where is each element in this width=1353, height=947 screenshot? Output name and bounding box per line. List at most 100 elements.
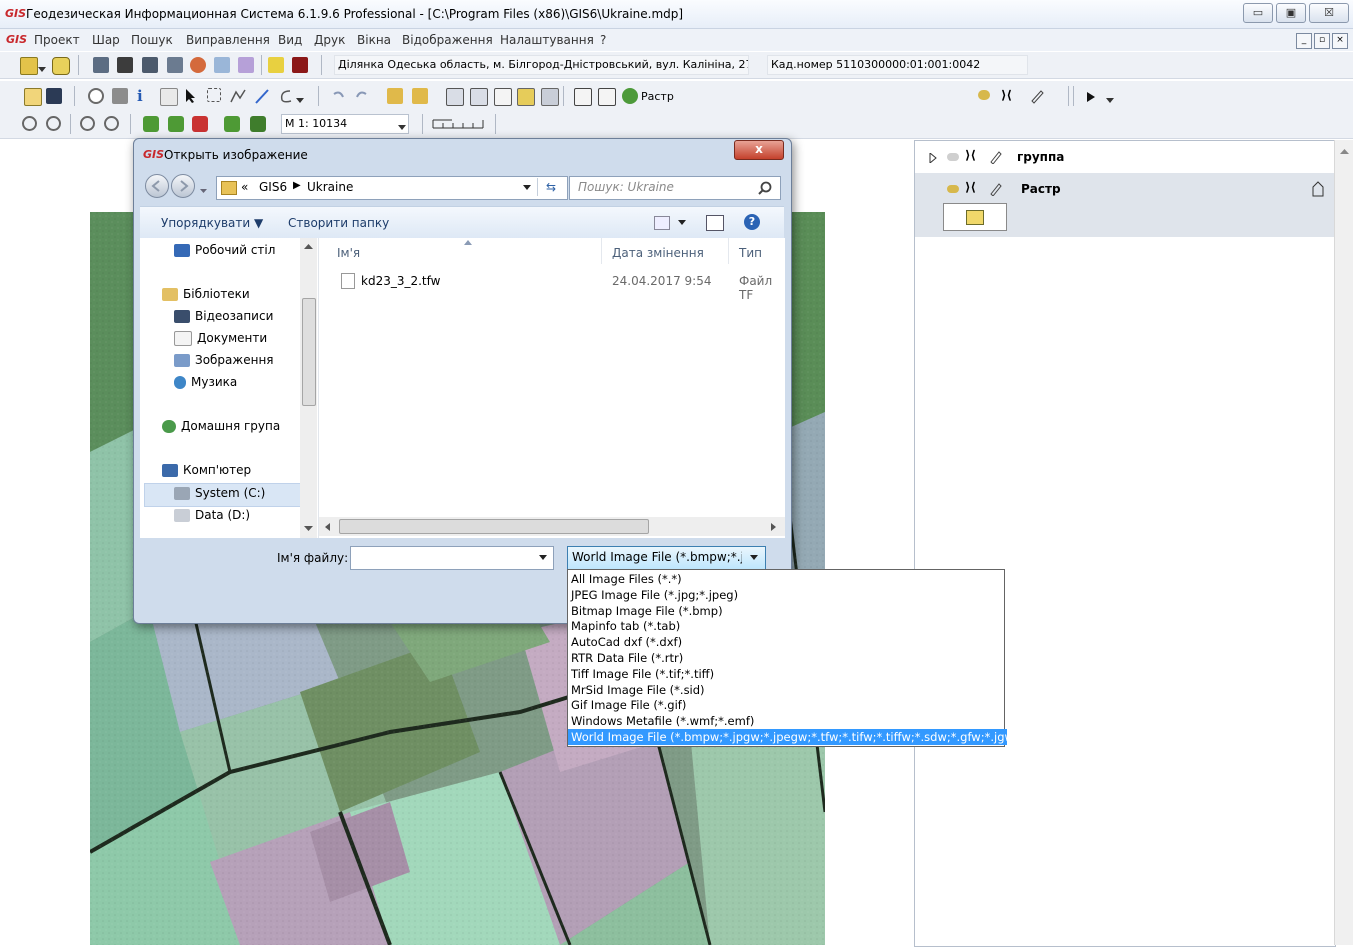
- table-icon[interactable]: [93, 57, 109, 73]
- filename-input[interactable]: [350, 546, 554, 570]
- sql-icon[interactable]: [20, 57, 38, 75]
- maximize-button[interactable]: ▣: [1276, 3, 1306, 23]
- pencil-icon[interactable]: [989, 150, 1003, 164]
- back-button[interactable]: [145, 174, 169, 198]
- mdi-restore-button[interactable]: ▫: [1314, 33, 1330, 49]
- layer-green-icon[interactable]: [143, 116, 159, 132]
- menu-settings[interactable]: Налаштування: [500, 33, 594, 47]
- nav-documents[interactable]: Документи: [174, 331, 267, 346]
- document-icon[interactable]: [494, 88, 512, 106]
- cursor-icon[interactable]: [183, 88, 199, 104]
- zoom-pan-icon[interactable]: [46, 116, 61, 131]
- menu-display[interactable]: Відображення: [402, 33, 493, 47]
- grid-view-icon[interactable]: [574, 88, 592, 106]
- filetype-option[interactable]: RTR Data File (*.rtr): [568, 650, 1007, 666]
- eye-icon[interactable]: [947, 153, 959, 161]
- view-options-icon[interactable]: [654, 216, 670, 230]
- search-input[interactable]: Пошук: Ukraine: [569, 176, 781, 200]
- layer-group-row[interactable]: ⟩⟨ группа: [915, 141, 1335, 171]
- lock-icon[interactable]: [1311, 181, 1325, 197]
- filetype-option[interactable]: Bitmap Image File (*.bmp): [568, 603, 1007, 619]
- nav-pictures[interactable]: Зображення: [174, 353, 274, 367]
- eye-icon[interactable]: [947, 185, 959, 193]
- pencil-icon[interactable]: [1029, 88, 1045, 104]
- chevron-down-icon[interactable]: [1106, 93, 1114, 103]
- address-bar[interactable]: « GIS6 ▶ Ukraine ⇆: [216, 176, 568, 200]
- nav-videos[interactable]: Відеозаписи: [174, 309, 273, 323]
- building-icon[interactable]: [292, 57, 308, 73]
- nav-desktop[interactable]: Робочий стіл: [174, 243, 275, 257]
- preview-pane-icon[interactable]: [706, 215, 724, 231]
- filetype-option[interactable]: AutoCad dxf (*.dxf): [568, 634, 1007, 650]
- filetype-select[interactable]: World Image File (*.bmpw;*.jpg: [567, 546, 766, 570]
- database-check-icon[interactable]: [470, 88, 488, 106]
- eye-icon[interactable]: [978, 90, 990, 100]
- zoom-icon[interactable]: [88, 88, 104, 104]
- layer-edit-icon[interactable]: [224, 116, 240, 132]
- raster-layer-row[interactable]: ⟩⟨ Растр: [915, 173, 1335, 237]
- menu-search[interactable]: Пошук: [131, 33, 173, 47]
- home-icon[interactable]: [117, 57, 133, 73]
- nav-data-drive[interactable]: Data (D:): [174, 508, 250, 522]
- minimize-button[interactable]: ▭: [1243, 3, 1273, 23]
- nav-music[interactable]: Музика: [174, 375, 237, 389]
- snap-icon[interactable]: ⟩⟨: [965, 148, 976, 162]
- filetype-option[interactable]: JPEG Image File (*.jpg;*.jpeg): [568, 587, 1007, 603]
- redo-icon[interactable]: [354, 88, 370, 104]
- chevron-down-icon[interactable]: [750, 555, 758, 561]
- chevron-down-icon[interactable]: [296, 93, 304, 103]
- dialog-close-button[interactable]: x: [734, 140, 784, 160]
- select-rect-icon[interactable]: [207, 88, 221, 102]
- chevron-down-icon[interactable]: [523, 185, 531, 191]
- paint-icon[interactable]: [190, 57, 206, 73]
- expand-triangle-icon[interactable]: [929, 153, 937, 163]
- image-icon[interactable]: [517, 88, 535, 106]
- panel-scrollbar[interactable]: [1334, 140, 1353, 945]
- layer-hide-icon[interactable]: [250, 116, 266, 132]
- play-icon[interactable]: [1086, 91, 1102, 107]
- database-icon[interactable]: [52, 57, 70, 75]
- help-icon[interactable]: [268, 57, 284, 73]
- file-row[interactable]: kd23_3_2.tfw 24.04.2017 9:54 Файл TF: [319, 270, 785, 302]
- filetype-option[interactable]: Windows Metafile (*.wmf;*.emf): [568, 713, 1007, 729]
- chevron-down-icon[interactable]: [539, 555, 547, 561]
- column-type-header[interactable]: Тип: [739, 246, 762, 260]
- print-preview-icon[interactable]: [112, 88, 128, 104]
- filetype-option[interactable]: Mapinfo tab (*.tab): [568, 618, 1007, 634]
- layer-red-icon[interactable]: [192, 116, 208, 132]
- nav-libraries[interactable]: Бібліотеки: [162, 287, 250, 301]
- filetype-option[interactable]: Tiff Image File (*.tif;*.tiff): [568, 666, 1007, 682]
- menu-layer[interactable]: Шар: [92, 33, 120, 47]
- nav-scrollbar[interactable]: [300, 238, 317, 538]
- nav-computer[interactable]: Комп'ютер: [162, 463, 251, 477]
- forward-button[interactable]: [171, 174, 195, 198]
- check-form-icon[interactable]: [446, 88, 464, 106]
- history-dropdown[interactable]: [200, 183, 207, 193]
- menu-help[interactable]: ?: [600, 33, 606, 47]
- snap-icon[interactable]: ⟩⟨: [1001, 88, 1017, 104]
- zoom-out-icon[interactable]: [104, 116, 119, 131]
- chevron-down-icon[interactable]: [398, 120, 406, 130]
- undo-icon[interactable]: [330, 88, 346, 104]
- mdi-close-button[interactable]: ×: [1332, 33, 1348, 49]
- chevron-down-icon[interactable]: [678, 220, 686, 226]
- layer-green-2-icon[interactable]: [168, 116, 184, 132]
- address-part-gis6[interactable]: GIS6: [259, 180, 287, 194]
- chevron-down-icon[interactable]: [38, 62, 46, 72]
- search-icon[interactable]: [758, 181, 772, 195]
- form-icon[interactable]: [167, 57, 183, 73]
- h-scroll-thumb[interactable]: [339, 519, 649, 534]
- export-icon[interactable]: [412, 88, 428, 104]
- zoom-in-icon[interactable]: [22, 116, 37, 131]
- polyline-icon[interactable]: [230, 88, 246, 104]
- filetype-option[interactable]: All Image Files (*.*): [568, 571, 1007, 587]
- filetype-option[interactable]: Gif Image File (*.gif): [568, 697, 1007, 713]
- report-icon[interactable]: [142, 57, 158, 73]
- horizontal-scrollbar[interactable]: [319, 517, 785, 536]
- menu-project[interactable]: Проект: [34, 33, 80, 47]
- filetype-option[interactable]: World Image File (*.bmpw;*.jpgw;*.jpegw;…: [568, 729, 1018, 745]
- wand-icon[interactable]: [238, 57, 254, 73]
- new-folder-button[interactable]: Створити папку: [288, 216, 389, 230]
- help-icon[interactable]: ?: [744, 214, 760, 230]
- close-window-button[interactable]: ☒: [1309, 3, 1349, 23]
